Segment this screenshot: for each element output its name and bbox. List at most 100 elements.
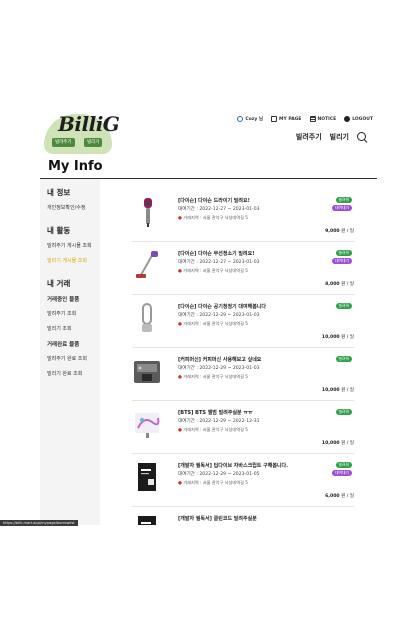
item-badges: 빌려줘 — [335, 303, 352, 309]
book-icon — [132, 514, 162, 525]
status-badge: 빌려줘 — [335, 250, 352, 256]
search-icon[interactable] — [357, 132, 367, 142]
item-title[interactable]: [다이슨] 다이슨 공기청정기 대여해봅니다 — [178, 303, 266, 310]
item-price-unit: 원 / 일 — [341, 229, 354, 234]
item-price-unit: 원 / 일 — [341, 388, 354, 393]
item-location: ● 거래지역 : 서울 관악구 낙성대역길 5 — [178, 268, 248, 274]
page-title: My Info — [48, 159, 103, 174]
item-price-value: 10,000 — [321, 441, 340, 446]
item-location-text: 거래지역 : 서울 관악구 낙성대역길 5 — [183, 321, 248, 326]
status-badge: 대여대기 — [332, 470, 352, 476]
item-price-value: 9,000 — [325, 229, 340, 234]
main-nav: 빌려주기 빌리기 — [296, 132, 367, 142]
list-item[interactable]: [다이슨] 다이슨 공기청정기 대여해봅니다대여기간 : 2022-12-29 … — [132, 296, 354, 348]
list-item[interactable]: [다이슨] 다이슨 드라이기 빌려요! 대여기간 : 2022-12-27 ~ 2… — [132, 190, 354, 242]
top-nav: Cozy 님 MY PAGE NOTICE LOGOUT — [237, 116, 373, 122]
nav-borrow[interactable]: 빌리기 — [330, 132, 349, 142]
item-price: 10,000 원 / 일 — [322, 387, 354, 393]
post-list: [다이슨] 다이슨 드라이기 빌려요! 대여기간 : 2022-12-27 ~ 2… — [132, 190, 354, 525]
item-location: ● 거래지역 : 서울 관악구 낙성대역길 5 — [178, 374, 248, 380]
sidebar-subheading-done: 거래완료 물품 — [47, 342, 80, 348]
item-badges: 빌려줘대여대기 — [332, 197, 352, 211]
notice-link[interactable]: NOTICE — [309, 116, 336, 122]
air-purifier-icon — [132, 302, 162, 334]
list-item[interactable]: [개발자 필독서] 딥다이브 자바스크립트 구해봅니다. 대여기간 : 2022-… — [132, 455, 354, 507]
item-title[interactable]: [개발자 필독서] 딥다이브 자바스크립트 구해봅니다. — [178, 462, 288, 469]
item-price-unit: 원 / 일 — [341, 494, 354, 499]
item-price-value: 10,000 — [321, 335, 340, 340]
hair-dryer-icon — [132, 196, 162, 228]
logo-tag-lend: 빌려주기 — [52, 138, 75, 147]
status-badge: 대여대기 — [332, 205, 352, 211]
item-price: 9,000 원 / 일 — [325, 228, 354, 234]
item-title[interactable]: [다이슨] 다이슨 드라이기 빌려요! — [178, 197, 250, 204]
location-pin-icon: ● — [178, 216, 182, 221]
mypage-icon — [271, 116, 278, 122]
item-price: 8,000 원 / 일 — [325, 281, 354, 287]
sidebar-item-ongoing-borrow[interactable]: 빌리기 조회 — [47, 325, 100, 332]
item-price-unit: 원 / 일 — [341, 441, 354, 446]
location-pin-icon: ● — [178, 269, 182, 274]
item-period: 대여기간 : 2022-12-29 ~ 2023-01-03 — [178, 366, 260, 371]
sidebar-item-done-lend[interactable]: 빌려주기 완료 조회 — [47, 355, 100, 362]
item-badges: 빌려줘 대여대기 — [332, 250, 352, 264]
list-item[interactable]: [다이슨] 다이슨 무선청소기 빌려요! 대여기간 : 2022-12-27 ~ … — [132, 243, 354, 295]
item-location: ● 거래지역 : 서울 관악구 낙성대역길 5 — [178, 215, 248, 221]
sidebar: 내 정보 개인정보확인/수정 내 활동 빌려주기 게시물 조회 빌리기 게시물 … — [40, 179, 100, 525]
item-price-unit: 원 / 일 — [341, 282, 354, 287]
sidebar-item-edit-info[interactable]: 개인정보확인/수정 — [47, 204, 100, 211]
vacuum-icon — [132, 249, 162, 281]
sidebar-item-ongoing-lend[interactable]: 빌려주기 조회 — [47, 310, 100, 317]
item-title[interactable]: [커피머신] 커피머신 사용해보고 싶네요 — [178, 356, 261, 363]
item-price: 10,000 원 / 일 — [322, 334, 354, 340]
item-price: 6,000 원 / 일 — [325, 493, 354, 499]
item-location-text: 거래지역 : 서울 관악구 낙성대역길 5 — [183, 215, 248, 220]
user-icon — [237, 116, 244, 122]
user-link[interactable]: Cozy 님 — [237, 116, 263, 122]
list-item[interactable]: [BTS] BTS 앨범 빌려주실분 ㅠㅠ 대여기간 : 2022-12-29 ~… — [132, 402, 354, 454]
sidebar-item-borrow-posts[interactable]: 빌리기 게시물 조회 — [47, 257, 100, 264]
item-period: 대여기간 : 2022-12-29 ~ 2022-12-31 — [178, 419, 260, 424]
item-price: 10,000 원 / 일 — [322, 440, 354, 446]
item-price-unit: 원 / 일 — [341, 335, 354, 340]
notice-icon — [309, 116, 316, 122]
status-badge: 빌려줘 — [335, 303, 352, 309]
logo-text: BilliG — [58, 112, 120, 136]
item-period: 대여기간 : 2022-12-29 ~ 2023-01-05 — [178, 472, 260, 477]
status-badge: 빌려줘 — [335, 409, 352, 415]
item-price-value: 10,000 — [321, 388, 340, 393]
logo[interactable]: BilliG 빌려주기 빌리기 — [44, 110, 120, 154]
sidebar-subheading-ongoing: 거래중인 물품 — [47, 297, 80, 303]
item-price-value: 8,000 — [325, 282, 340, 287]
sidebar-heading-my-info: 내 정보 — [47, 188, 71, 197]
item-location: ● 거래지역 : 서울 관악구 낙성대역길 5 — [178, 321, 248, 327]
nav-lend[interactable]: 빌려주기 — [296, 132, 322, 142]
item-period: 대여기간 : 2022-12-29 ~ 2023-01-03 — [178, 313, 260, 318]
list-item[interactable]: [개발자 필독서] 클린코드 빌려주실분 — [132, 508, 354, 525]
item-title[interactable]: [개발자 필독서] 클린코드 빌려주실분 — [178, 515, 257, 522]
status-badge: 빌려줘 — [335, 197, 352, 203]
item-badges: 빌려줘 — [335, 409, 352, 415]
status-url: https://billi-mart.app/mypage/borrowlist — [0, 520, 78, 526]
item-location-text: 거래지역 : 서울 관악구 낙성대역길 5 — [183, 268, 248, 273]
logout-link[interactable]: LOGOUT — [344, 116, 373, 122]
item-title[interactable]: [BTS] BTS 앨범 빌려주실분 ㅠㅠ — [178, 409, 253, 416]
item-badges: 빌려줘 — [335, 356, 352, 362]
mypage-link[interactable]: MY PAGE — [271, 116, 302, 122]
item-title[interactable]: [다이슨] 다이슨 무선청소기 빌려요! — [178, 250, 254, 257]
item-location-text: 거래지역 : 서울 관악구 낙성대역길 5 — [183, 374, 248, 379]
item-price-value: 6,000 — [325, 494, 340, 499]
logout-icon — [344, 116, 351, 122]
list-item[interactable]: [커피머신] 커피머신 사용해보고 싶네요대여기간 : 2022-12-29 ~… — [132, 349, 354, 401]
sidebar-heading-trades: 내 거래 — [47, 279, 71, 288]
location-pin-icon: ● — [178, 428, 182, 433]
sidebar-item-lend-posts[interactable]: 빌려주기 게시물 조회 — [47, 242, 100, 249]
sidebar-item-done-borrow[interactable]: 빌리기 완료 조회 — [47, 370, 100, 377]
status-badge: 빌려줘 — [335, 356, 352, 362]
item-period: 대여기간 : 2022-12-27 ~ 2023-01-03 — [178, 260, 260, 265]
item-period: 대여기간 : 2022-12-27 ~ 2023-01-03 — [178, 207, 260, 212]
album-icon — [132, 408, 162, 440]
location-pin-icon: ● — [178, 375, 182, 380]
browser-frame: BilliG 빌려주기 빌리기 Cozy 님 MY PAGE NOTICE LO… — [40, 104, 377, 525]
logo-tag-borrow: 빌리기 — [84, 138, 103, 147]
